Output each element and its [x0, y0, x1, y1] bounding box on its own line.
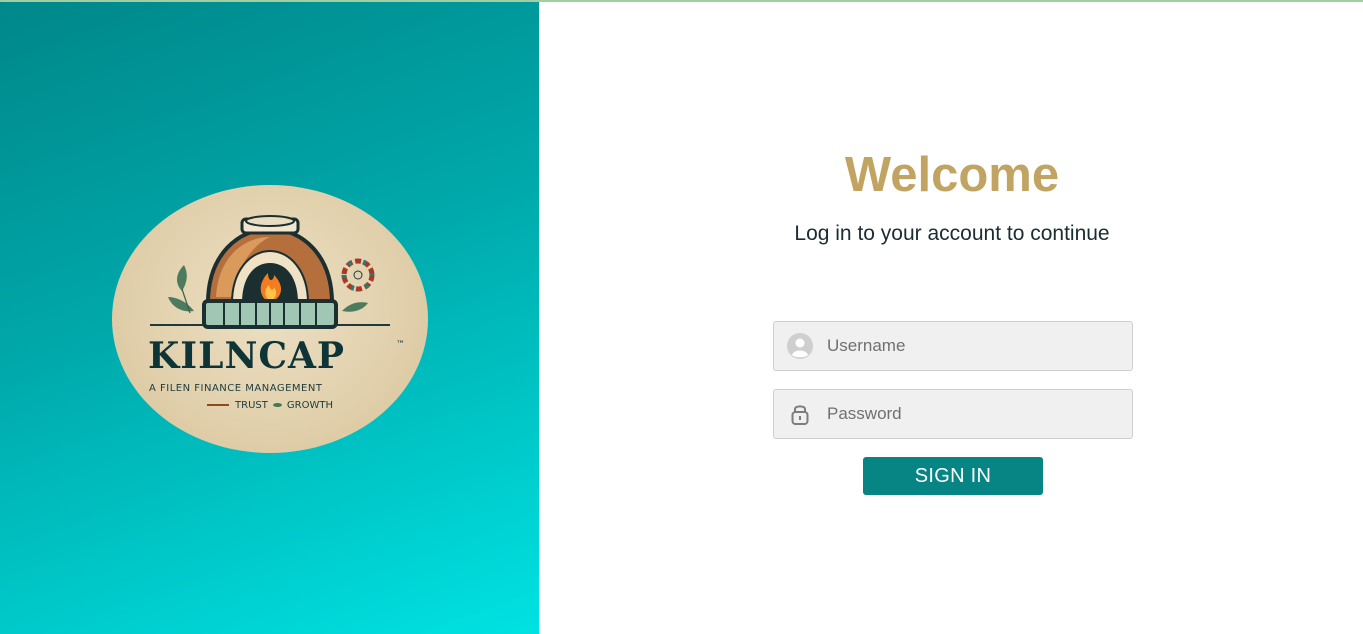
password-field[interactable] — [773, 389, 1133, 439]
brand-panel: KILNCAP ™ A FILEN FINANCE MANAGEMENT TRU… — [0, 2, 539, 634]
login-page: KILNCAP ™ A FILEN FINANCE MANAGEMENT TRU… — [0, 0, 1363, 634]
username-input[interactable] — [827, 322, 1127, 370]
motto-dash-icon — [207, 404, 230, 406]
sign-in-button[interactable]: SIGN IN — [863, 457, 1043, 495]
password-input[interactable] — [827, 390, 1127, 438]
brand-name: KILNCAP — [148, 335, 346, 377]
leaf-icon — [272, 403, 282, 407]
brand-tagline: A FILEN FINANCE MANAGEMENT — [149, 383, 323, 394]
page-subtitle: Log in to your account to continue — [794, 222, 1110, 245]
lock-icon — [791, 405, 809, 425]
username-field[interactable] — [773, 321, 1133, 371]
brand-motto: TRUST GROWTH — [112, 400, 428, 411]
kiln-logo-illustration — [150, 215, 390, 329]
brand-logo: KILNCAP ™ A FILEN FINANCE MANAGEMENT TRU… — [112, 185, 428, 453]
motto-left: TRUST — [235, 400, 268, 411]
motto-right: GROWTH — [286, 400, 333, 411]
brand-trademark: ™ — [396, 340, 405, 350]
user-avatar-icon — [787, 333, 813, 359]
page-title: Welcome — [844, 148, 1060, 202]
